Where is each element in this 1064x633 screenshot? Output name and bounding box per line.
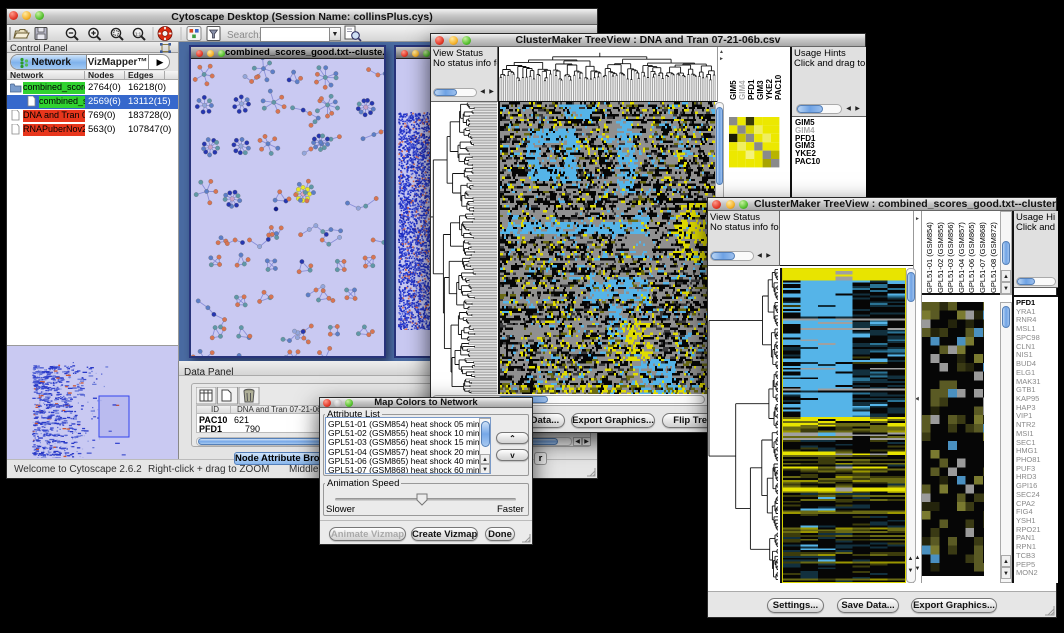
svg-text:Search:: Search:	[227, 30, 261, 41]
svg-text:1:1: 1:1	[135, 31, 142, 36]
